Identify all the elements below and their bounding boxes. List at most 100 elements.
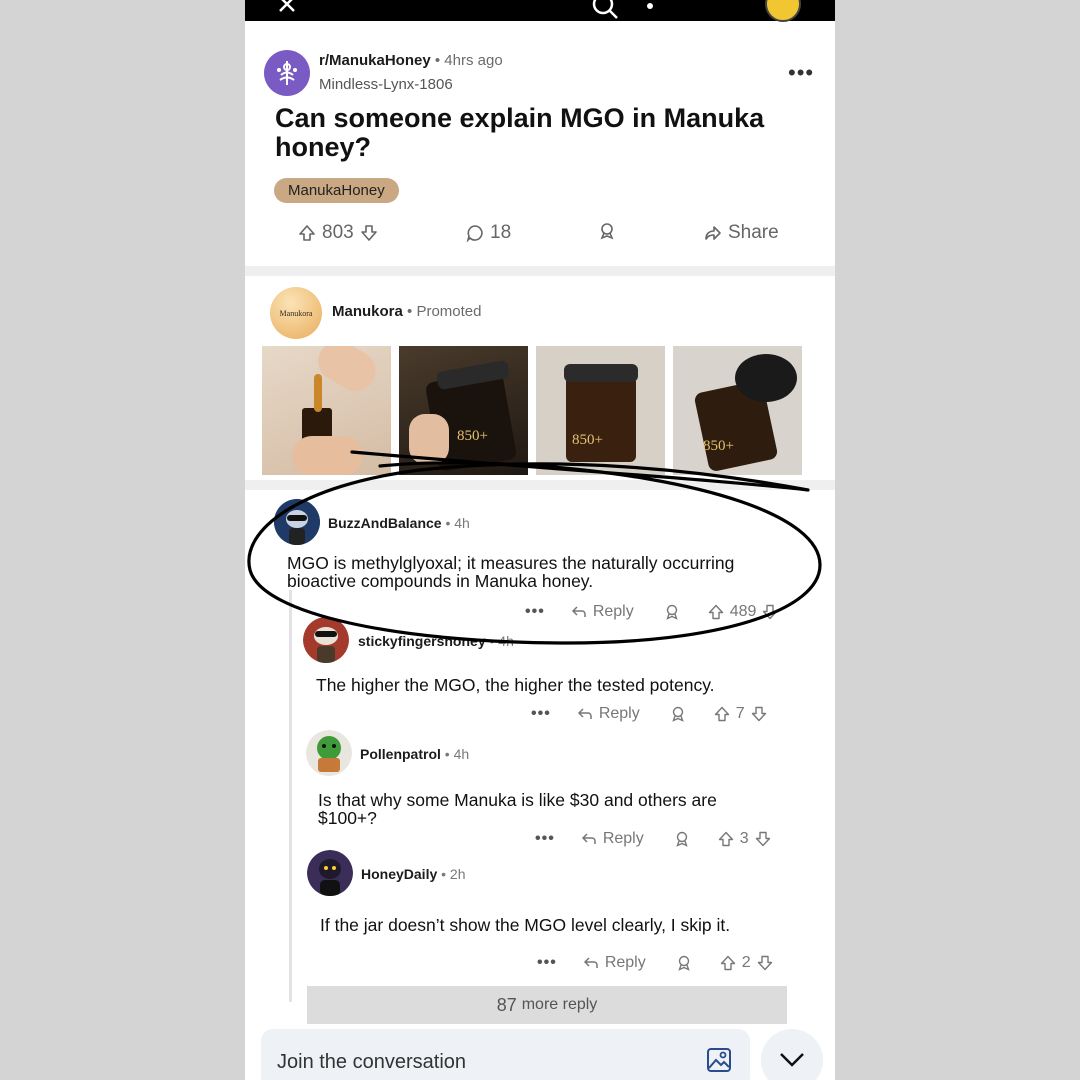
comment-avatar[interactable] <box>307 850 353 896</box>
comment-vote-group: 7 <box>714 705 767 723</box>
ad-image-3[interactable]: 850+ <box>536 346 665 475</box>
snoo-avatar-icon <box>307 850 353 896</box>
comment-count: 18 <box>490 222 512 243</box>
search-icon[interactable] <box>591 0 619 20</box>
comment-username[interactable]: BuzzAndBalance <box>328 515 442 531</box>
reply-button[interactable]: Reply <box>577 705 640 723</box>
comment-text: Is that why some Manuka is like $30 and … <box>318 790 717 828</box>
comments-button[interactable]: 18 <box>466 222 511 244</box>
comment-more-button[interactable]: ••• <box>525 603 545 621</box>
downvote-icon[interactable] <box>751 706 767 722</box>
comment-actions: ••• Reply 2 <box>537 954 773 972</box>
post-menu-button[interactable]: ••• <box>788 60 814 86</box>
post-vote-group: 803 <box>298 222 378 244</box>
close-icon[interactable] <box>275 0 299 16</box>
comment-username[interactable]: HoneyDaily <box>361 866 437 882</box>
comment-award-button[interactable] <box>674 831 690 847</box>
top-app-bar <box>245 0 835 22</box>
more-replies-label: more reply <box>521 996 598 1013</box>
section-divider <box>245 266 835 276</box>
comment-avatar[interactable] <box>303 617 349 663</box>
comment-actions: ••• Reply 489 <box>525 603 778 621</box>
upvote-icon[interactable] <box>718 831 734 847</box>
reply-button[interactable]: Reply <box>583 954 646 972</box>
ad-image-2[interactable]: 850+ <box>399 346 528 475</box>
jar-label: 850+ <box>572 432 603 448</box>
comment-composer[interactable]: Join the conversation <box>261 1029 750 1080</box>
more-replies-button[interactable]: 87 more reply <box>307 986 787 1024</box>
comment-header: HoneyDaily • 2h <box>361 866 466 882</box>
upvote-icon[interactable] <box>298 224 316 242</box>
reply-label: Reply <box>604 954 646 971</box>
comment-more-button[interactable]: ••• <box>531 705 551 723</box>
honey-dipper-icon <box>277 61 297 85</box>
comment-award-button[interactable] <box>670 706 686 722</box>
ad-avatar[interactable]: Manukora <box>270 287 322 339</box>
comment-username[interactable]: Pollenpatrol <box>360 746 441 762</box>
ad-image-1[interactable] <box>262 346 391 475</box>
share-icon <box>705 226 721 240</box>
promoted-label: • Promoted <box>407 303 482 320</box>
comment-time: • 2h <box>441 866 466 882</box>
award-button[interactable] <box>598 222 616 240</box>
subreddit-name-line: r/ManukaHoney • 4hrs ago <box>319 52 503 69</box>
composer-placeholder: Join the conversation <box>277 1051 467 1073</box>
upvote-icon[interactable] <box>720 955 736 971</box>
snoo-avatar-icon <box>274 499 320 545</box>
award-icon <box>678 955 690 971</box>
jar-label: 850+ <box>457 428 488 444</box>
share-button[interactable]: Share <box>704 222 779 244</box>
comment-score: 7 <box>735 705 745 722</box>
award-icon <box>676 831 688 847</box>
post-time: • 4hrs ago <box>434 52 503 69</box>
comment-score: 3 <box>739 830 749 847</box>
comment-text: The higher the MGO, the higher the teste… <box>316 675 715 695</box>
post-author[interactable]: Mindless-Lynx-1806 <box>319 76 453 93</box>
post-score: 803 <box>322 222 354 243</box>
comment-avatar[interactable] <box>274 499 320 545</box>
post-flair[interactable]: ManukaHoney <box>274 178 399 203</box>
user-avatar[interactable] <box>765 0 801 22</box>
ad-brand[interactable]: Manukora <box>332 303 403 320</box>
reply-label: Reply <box>598 705 640 722</box>
comment-header: BuzzAndBalance • 4h <box>328 515 470 531</box>
ad-header: Manukora • Promoted <box>332 303 481 320</box>
phone-screen: r/ManukaHoney • 4hrs ago Mindless-Lynx-1… <box>245 0 835 1080</box>
comment-score: 2 <box>741 954 751 971</box>
downvote-icon[interactable] <box>360 224 378 242</box>
reply-button[interactable]: Reply <box>571 603 634 621</box>
comment-text: MGO is methylglyoxal; it measures the na… <box>287 553 735 591</box>
comment-time: • 4h <box>444 746 470 762</box>
comment-vote-group: 2 <box>720 954 773 972</box>
comment-header: stickyfingershoney • 4h <box>358 633 514 649</box>
comment-more-button[interactable]: ••• <box>535 830 555 848</box>
more-icon[interactable] <box>643 0 657 20</box>
share-label: Share <box>728 222 779 243</box>
comment-avatar[interactable] <box>306 730 352 776</box>
comment-actions: ••• Reply 7 <box>531 705 767 723</box>
subreddit-link[interactable]: r/ManukaHoney <box>319 52 431 69</box>
subreddit-avatar[interactable] <box>264 50 310 96</box>
more-replies-count: 87 <box>496 994 517 1015</box>
snoo-avatar-icon <box>303 617 349 663</box>
comment-award-button[interactable] <box>664 604 680 620</box>
upvote-icon[interactable] <box>708 604 724 620</box>
comment-username[interactable]: stickyfingershoney <box>358 633 486 649</box>
downvote-icon[interactable] <box>762 604 778 620</box>
comment-time: • 4h <box>445 515 470 531</box>
downvote-icon[interactable] <box>757 955 773 971</box>
upvote-icon[interactable] <box>714 706 730 722</box>
reply-icon <box>577 708 592 719</box>
reply-icon <box>571 606 586 617</box>
comment-more-button[interactable]: ••• <box>537 954 557 972</box>
comment-actions: ••• Reply 3 <box>535 830 771 848</box>
comment-icon <box>466 225 483 242</box>
comment-award-button[interactable] <box>676 955 692 971</box>
reply-button[interactable]: Reply <box>581 830 644 848</box>
image-upload-icon[interactable] <box>706 1047 732 1073</box>
ad-image-4[interactable]: 850+ <box>673 346 802 475</box>
award-icon <box>666 604 678 620</box>
collapse-button[interactable] <box>761 1029 823 1080</box>
comment-vote-group: 489 <box>708 603 779 621</box>
downvote-icon[interactable] <box>755 831 771 847</box>
